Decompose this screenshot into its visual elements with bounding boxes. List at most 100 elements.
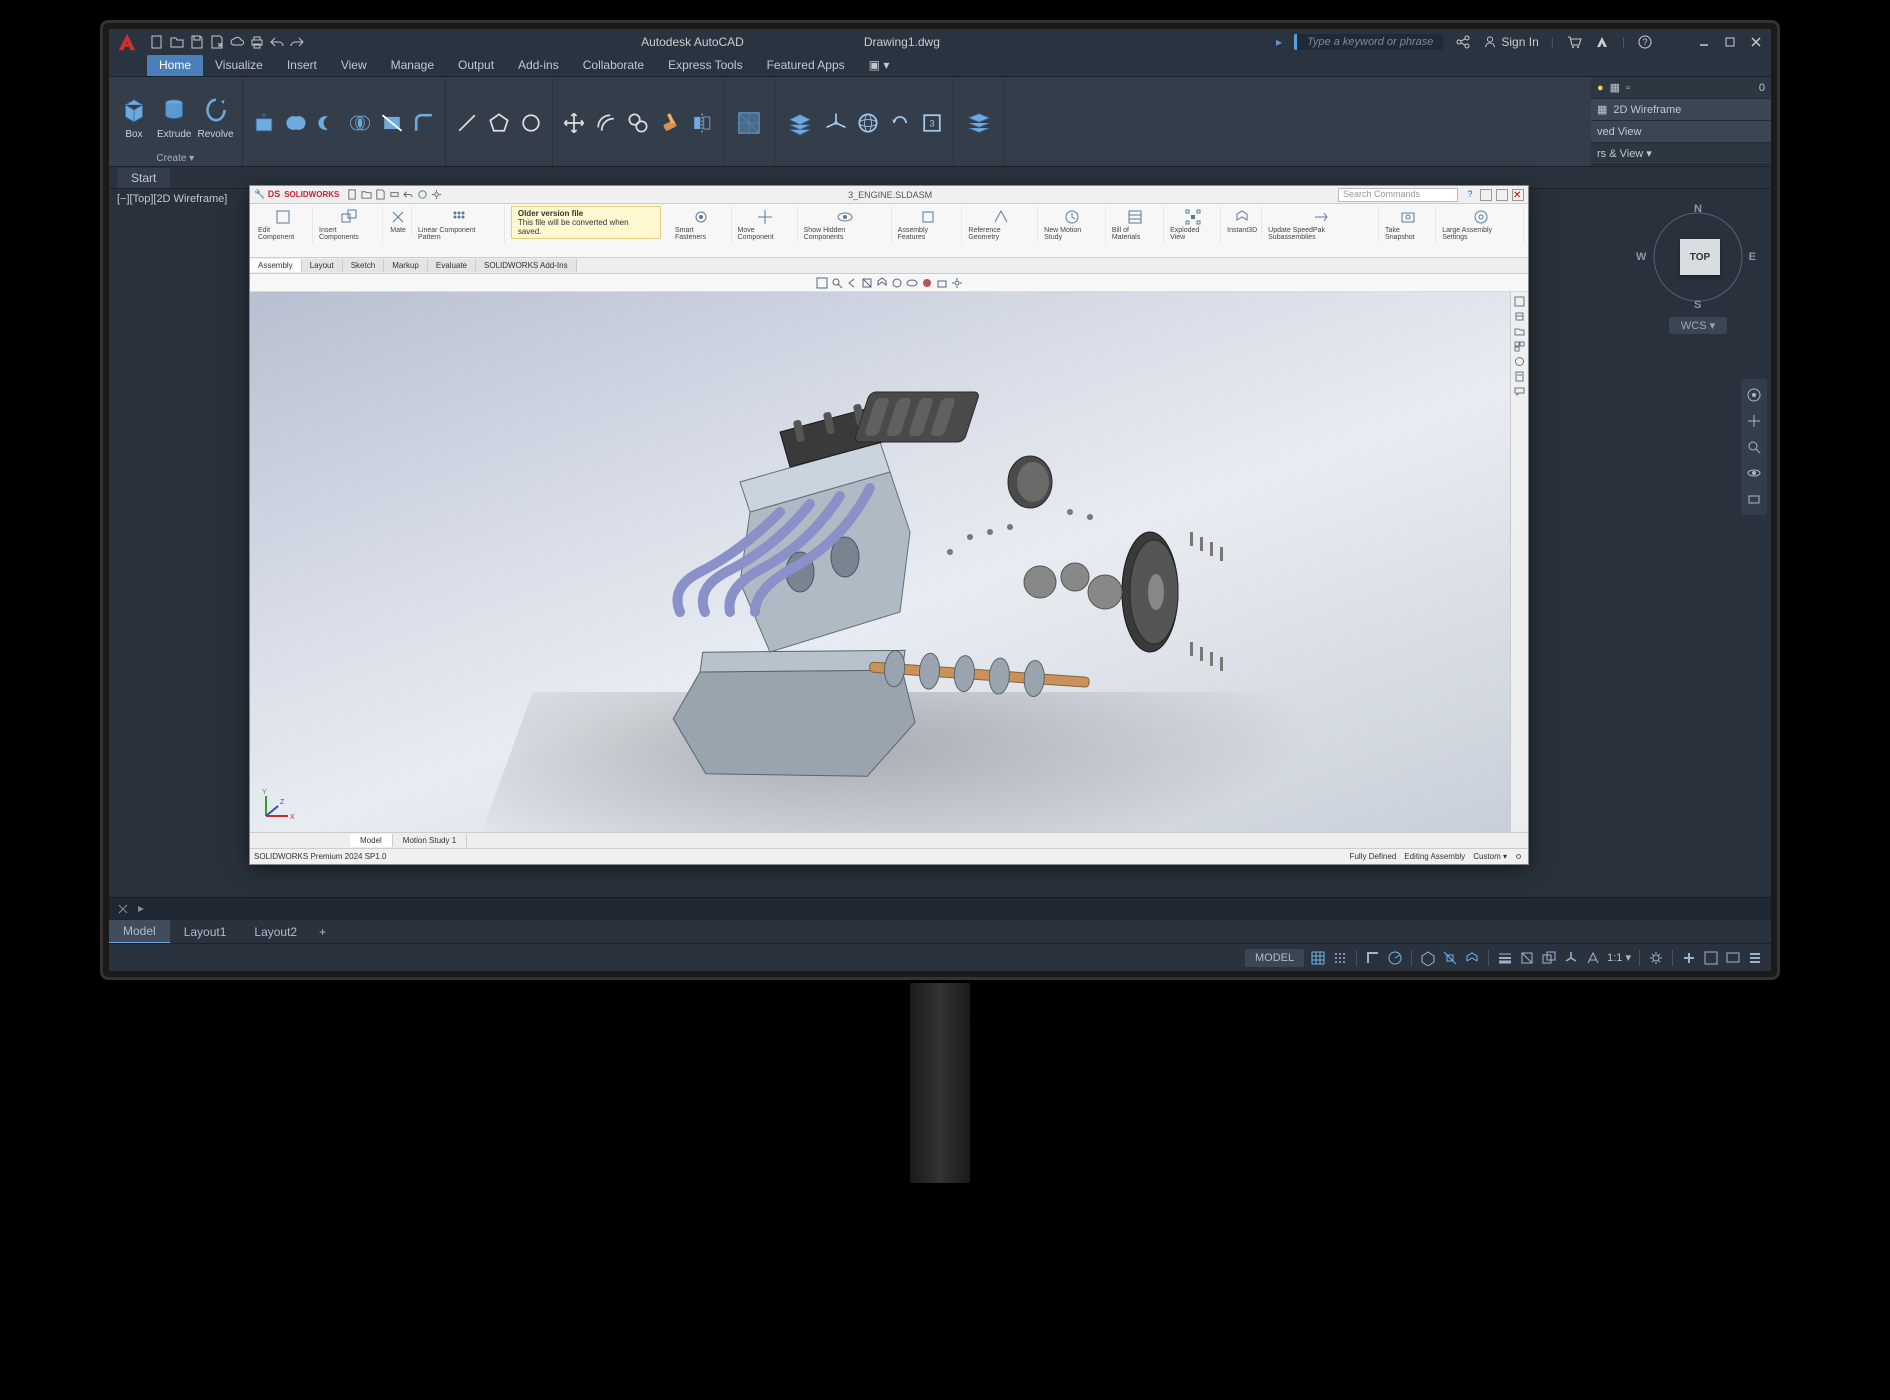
subtract-icon[interactable]	[315, 110, 341, 136]
minimize-icon[interactable]	[1697, 35, 1711, 49]
tab-manage[interactable]: Manage	[379, 55, 446, 76]
tab-output[interactable]: Output	[446, 55, 506, 76]
sw-pattern-button[interactable]: Linear Component Pattern	[414, 206, 505, 243]
visual-style-row[interactable]: ▦2D Wireframe	[1591, 99, 1771, 121]
saved-view-row[interactable]: ved View	[1591, 121, 1771, 143]
start-tab[interactable]: Start	[117, 168, 170, 188]
sw-help-icon[interactable]: ?	[1464, 189, 1476, 201]
sw-file-explorer-icon[interactable]	[1514, 326, 1525, 337]
viewcube-top-face[interactable]: TOP	[1680, 239, 1720, 275]
sw-edit-appearance-icon[interactable]	[921, 277, 933, 289]
viewport-label[interactable]: [−][Top][2D Wireframe]	[117, 193, 227, 205]
sw-reference-geometry-button[interactable]: Reference Geometry	[964, 206, 1038, 243]
model-space-toggle[interactable]: MODEL	[1245, 949, 1304, 967]
annotation-icon[interactable]	[1585, 950, 1601, 966]
sw-hide-show-icon[interactable]	[906, 277, 918, 289]
sw-motion-study-button[interactable]: New Motion Study	[1040, 206, 1106, 243]
help-icon[interactable]: ?	[1637, 34, 1653, 50]
sw-instant3d-button[interactable]: Instant3D	[1223, 206, 1262, 236]
lineweight-icon[interactable]	[1497, 950, 1513, 966]
offset-icon[interactable]	[593, 110, 619, 136]
sw-options-icon[interactable]	[431, 189, 442, 200]
sw-view-palette-icon[interactable]	[1514, 341, 1525, 352]
presspull-icon[interactable]	[251, 110, 277, 136]
sw-btab-model[interactable]: Model	[350, 834, 393, 847]
sw-forum-icon[interactable]	[1514, 386, 1525, 397]
hamburger-icon[interactable]	[1747, 950, 1763, 966]
maximize-icon[interactable]	[1723, 35, 1737, 49]
union-icon[interactable]	[283, 110, 309, 136]
gizmo-icon[interactable]	[1563, 950, 1579, 966]
search-input[interactable]: Type a keyword or phrase	[1294, 34, 1443, 50]
sw-tab-sketch[interactable]: Sketch	[343, 259, 384, 272]
revolve-button[interactable]: Revolve	[197, 93, 233, 140]
named-ucs-icon[interactable]: 3	[919, 110, 945, 136]
tab-featured-apps[interactable]: Featured Apps	[755, 55, 857, 76]
layers-stack-icon[interactable]	[962, 106, 996, 140]
sw-mate-button[interactable]: Mate	[385, 206, 412, 236]
viewcube-east[interactable]: E	[1749, 251, 1756, 263]
annotation-scale[interactable]: 1:1 ▾	[1607, 951, 1631, 964]
osnap-icon[interactable]	[1442, 950, 1458, 966]
tab-view[interactable]: View	[329, 55, 379, 76]
sw-show-hidden-button[interactable]: Show Hidden Components	[800, 206, 892, 243]
sw-insert-components-button[interactable]: Insert Components	[315, 206, 383, 243]
print-icon[interactable]	[249, 34, 265, 50]
polar-icon[interactable]	[1387, 950, 1403, 966]
autodesk-app-icon[interactable]	[1594, 34, 1610, 50]
sw-apply-scene-icon[interactable]	[936, 277, 948, 289]
sw-tab-addins[interactable]: SOLIDWORKS Add-Ins	[476, 259, 577, 272]
viewcube-west[interactable]: W	[1636, 251, 1646, 263]
sw-graphics-area[interactable]: Y X Z	[250, 292, 1528, 832]
snap-icon[interactable]	[1332, 950, 1348, 966]
layer-row[interactable]: ●▦▫ 0	[1591, 77, 1771, 99]
sw-display-style-icon[interactable]	[891, 277, 903, 289]
sw-view-orient-icon[interactable]	[876, 277, 888, 289]
sw-zoom-area-icon[interactable]	[831, 277, 843, 289]
workspace-switch-icon[interactable]	[1681, 950, 1697, 966]
layout-tab-layout1[interactable]: Layout1	[170, 921, 241, 943]
layer-icon[interactable]	[783, 106, 817, 140]
customization-icon[interactable]	[1703, 950, 1719, 966]
clean-screen-icon[interactable]	[1725, 950, 1741, 966]
tab-extra-icon[interactable]: ▣ ▾	[857, 55, 902, 76]
move-icon[interactable]	[561, 110, 587, 136]
wcs-dropdown[interactable]: WCS ▾	[1669, 317, 1727, 334]
sw-tab-assembly[interactable]: Assembly	[250, 259, 302, 272]
circle-icon[interactable]	[518, 110, 544, 136]
mirror-icon[interactable]	[689, 110, 715, 136]
viewcube[interactable]: N S E W TOP WCS ▾	[1643, 207, 1753, 357]
new-icon[interactable]	[149, 34, 165, 50]
sw-snapshot-button[interactable]: Take Snapshot	[1381, 206, 1436, 243]
share-icon[interactable]	[1455, 34, 1471, 50]
command-arrow-icon[interactable]	[135, 903, 147, 915]
ucs-icon[interactable]	[823, 110, 849, 136]
sw-assembly-features-button[interactable]: Assembly Features	[894, 206, 963, 243]
sw-status-custom[interactable]: Custom ▾	[1473, 852, 1507, 861]
layout-tab-layout2[interactable]: Layout2	[240, 921, 311, 943]
line-icon[interactable]	[454, 110, 480, 136]
sw-search-input[interactable]: Search Commands	[1338, 188, 1458, 202]
sw-speedpak-button[interactable]: Update SpeedPak Subassemblies	[1264, 206, 1379, 243]
sw-new-icon[interactable]	[347, 189, 358, 200]
sw-tab-evaluate[interactable]: Evaluate	[428, 259, 476, 272]
save-icon[interactable]	[189, 34, 205, 50]
rotate-ucs-icon[interactable]	[887, 110, 913, 136]
sw-maximize-icon[interactable]	[1496, 189, 1508, 201]
sw-exploded-view-button[interactable]: Exploded View	[1166, 206, 1221, 243]
sw-open-icon[interactable]	[361, 189, 372, 200]
sw-resources-icon[interactable]	[1514, 296, 1525, 307]
tab-express-tools[interactable]: Express Tools	[656, 55, 754, 76]
sw-bom-button[interactable]: Bill of Materials	[1108, 206, 1164, 243]
sw-save-icon[interactable]	[375, 189, 386, 200]
sw-close-icon[interactable]: ✕	[1512, 189, 1524, 201]
tab-visualize[interactable]: Visualize	[203, 55, 275, 76]
box-button[interactable]: Box	[117, 93, 151, 140]
ortho-icon[interactable]	[1365, 950, 1381, 966]
undo-icon[interactable]	[269, 34, 285, 50]
intersect-icon[interactable]	[347, 110, 373, 136]
sw-view-settings-icon[interactable]	[951, 277, 963, 289]
gear-icon[interactable]	[1648, 950, 1664, 966]
pan-icon[interactable]	[1746, 413, 1762, 429]
sw-section-icon[interactable]	[861, 277, 873, 289]
